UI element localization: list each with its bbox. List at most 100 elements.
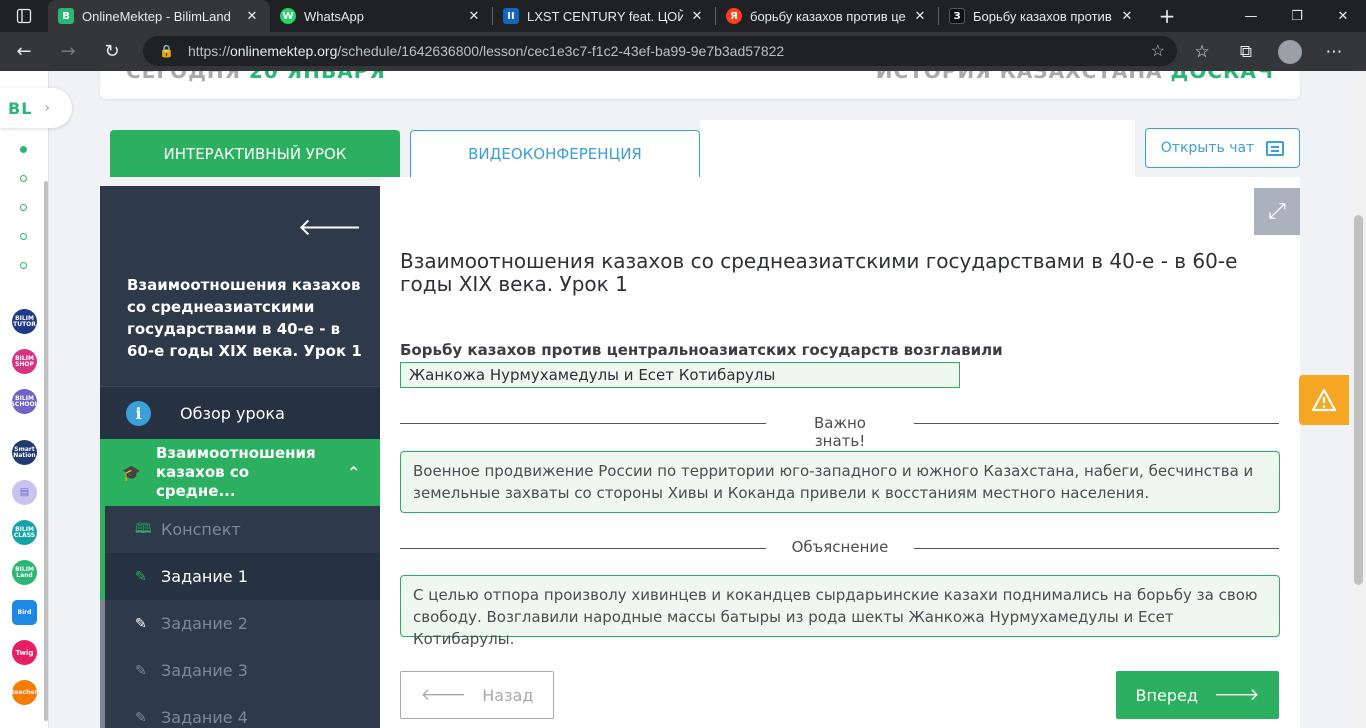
sidebar-item-task-1[interactable]: ✎ Задание 1: [100, 553, 380, 600]
tab-actions-icon[interactable]: [0, 0, 48, 32]
sidebar-item-label: Задание 1: [161, 567, 248, 586]
tab-interactive-lesson[interactable]: ИНТЕРАКТИВНЫЙ УРОК: [110, 130, 400, 177]
close-tab-icon[interactable]: ✕: [1119, 8, 1135, 24]
bilim-tutor-icon[interactable]: BILIM TUTOR: [12, 309, 37, 334]
open-chat-button[interactable]: Открыть чат: [1145, 128, 1300, 168]
close-tab-icon[interactable]: ✕: [689, 8, 705, 24]
page-title: Взаимоотношения казахов со среднеазиатск…: [400, 249, 1238, 296]
bilimland-favicon-icon: B: [58, 8, 74, 24]
next-button[interactable]: Вперед 🡒: [1116, 671, 1279, 719]
bilimland-logo[interactable]: BL ›: [0, 88, 72, 128]
sidebar-item-task-4[interactable]: ✎ Задание 4: [100, 694, 380, 728]
add-favorite-icon[interactable]: ☆: [1151, 41, 1165, 61]
edit-icon: ✎: [135, 662, 147, 679]
new-tab-icon[interactable]: +: [1151, 0, 1183, 32]
browser-tab-yandex[interactable]: Я борьбу казахов против цент ✕: [716, 0, 938, 32]
bilim-shop-icon[interactable]: BILIM SHOP: [12, 349, 37, 374]
bird-icon[interactable]: Bird: [12, 600, 37, 625]
tab-title: OnlineMektep - BilimLand: [82, 8, 231, 24]
browser-tab-onlinemektep[interactable]: B OnlineMektep - BilimLand ✕: [48, 0, 270, 32]
today-label: СЕГОДНЯ 20 ЯНВАРЯ: [126, 71, 386, 83]
tab-title: WhatsApp: [304, 8, 364, 24]
book-icon: 🕮: [135, 520, 152, 537]
close-window-icon[interactable]: ✕: [1320, 0, 1366, 32]
profile-avatar[interactable]: [1278, 39, 1302, 64]
sidebar-item-task-2[interactable]: ✎ Задание 2: [100, 600, 380, 647]
sidebar-item-konspekt[interactable]: 🕮 Конспект: [100, 506, 380, 553]
lesson-header-card: СЕГОДНЯ 20 ЯНВАРЯ ИСТОРИЯ КАЗАХСТАНА ДОС…: [100, 71, 1300, 99]
chevron-right-icon: ›: [44, 100, 50, 116]
scrollbar-thumb[interactable]: [1354, 215, 1363, 585]
tab-title: борьбу казахов против цент: [750, 8, 906, 24]
nav-dot[interactable]: [20, 146, 27, 153]
edit-icon: ✎: [135, 568, 147, 585]
important-info-box: Военное продвижение России по территории…: [400, 451, 1280, 513]
subject-label: ИСТОРИЯ КАЗАХСТАНА ДОСКАЧ: [876, 71, 1274, 83]
progress-bar-indicator: [100, 647, 105, 694]
lesson-sidebar: 🡐 Взаимоотношения казахов со среднеазиат…: [100, 186, 380, 728]
reload-icon[interactable]: ↻: [92, 34, 132, 70]
arrow-left-icon: 🡐: [420, 685, 467, 705]
browser-tools: ☆ ⧉ ⋯: [1180, 32, 1356, 71]
bilimland-icon[interactable]: BILIM Land: [12, 560, 37, 585]
close-tab-icon[interactable]: ✕: [466, 8, 482, 24]
sidebar-item-label: Задание 4: [161, 708, 248, 727]
rail-scrollbar[interactable]: [44, 181, 48, 721]
browser-tab-znanija[interactable]: З Борьбу казахов против цент ✕: [939, 0, 1145, 32]
chevron-up-icon[interactable]: ⌃: [347, 463, 360, 482]
question-text: Борьбу казахов против центральноазиатски…: [400, 341, 1003, 359]
nav-dot[interactable]: [20, 233, 27, 240]
browser-tab-bar: B OnlineMektep - BilimLand ✕ W WhatsApp …: [0, 0, 1366, 32]
tests-icon[interactable]: ▤: [12, 480, 37, 505]
progress-bar-indicator: [100, 553, 105, 600]
back-button-label: Назад: [482, 685, 534, 705]
tab-title: LXST CENTURY feat. ЦОЙ —: [527, 8, 683, 24]
yandex-favicon-icon: Я: [726, 8, 742, 24]
explanation-heading: Объяснение: [766, 538, 914, 556]
forward-arrow-icon[interactable]: →: [48, 34, 88, 70]
url-prefix: https://: [187, 43, 230, 59]
browser-tab-whatsapp[interactable]: W WhatsApp ✕: [270, 0, 492, 32]
chat-icon: [1266, 140, 1285, 156]
sidebar-section-lesson[interactable]: 🎓 Взаимоотношения казахов со средне... ⌃: [100, 439, 380, 506]
close-tab-icon[interactable]: ✕: [912, 8, 928, 24]
page-scrollbar[interactable]: [1351, 71, 1366, 728]
smart-nation-icon[interactable]: Smart Nation: [12, 440, 37, 465]
answer-field: Жанкожа Нурмухамедулы и Есет Котибарулы: [400, 362, 960, 388]
nav-dot[interactable]: [20, 175, 27, 182]
tab-video-conference[interactable]: ВИДЕОКОНФЕРЕНЦИЯ: [410, 130, 700, 177]
favorites-icon[interactable]: ☆: [1180, 34, 1224, 70]
collections-icon[interactable]: ⧉: [1224, 34, 1268, 70]
address-bar[interactable]: 🔒 https://onlinemektep.org/schedule/1642…: [143, 36, 1177, 66]
fullscreen-expand-icon[interactable]: ⤢: [1254, 188, 1300, 235]
arrow-right-icon: 🡒: [1213, 685, 1260, 705]
window-controls: — ❐ ✕: [1228, 0, 1366, 32]
nav-dot[interactable]: [20, 204, 27, 211]
web-page: СЕГОДНЯ 20 ЯНВАРЯ ИСТОРИЯ КАЗАХСТАНА ДОС…: [0, 71, 1366, 728]
teacher-icon[interactable]: teacher: [12, 680, 37, 705]
lesson-content: ⤢ Взаимоотношения казахов со среднеазиат…: [380, 177, 1300, 728]
teacher-name: ДОСКАЧ: [1170, 71, 1274, 83]
browser-tab-music[interactable]: II LXST CENTURY feat. ЦОЙ — ✕: [493, 0, 715, 32]
nav-dot[interactable]: [20, 262, 27, 269]
close-tab-icon[interactable]: ✕: [244, 8, 260, 24]
sidebar-item-label: Конспект: [161, 520, 241, 539]
edit-icon: ✎: [135, 709, 147, 726]
tab-title: Борьбу казахов против цент: [973, 8, 1113, 24]
sidebar-item-task-3[interactable]: ✎ Задание 3: [100, 647, 380, 694]
sidebar-item-overview[interactable]: i Обзор урока: [100, 386, 380, 439]
bilim-class-icon[interactable]: BILIM CLASS: [12, 520, 37, 545]
sidebar-lesson-title: Взаимоотношения казахов со среднеазиатск…: [127, 276, 362, 360]
sidebar-item-label: Задание 2: [161, 614, 248, 633]
twig-icon[interactable]: Twig: [12, 640, 37, 665]
bilim-school-icon[interactable]: BILIM SCHOOL: [11, 389, 38, 414]
minimize-icon[interactable]: —: [1228, 0, 1274, 32]
more-menu-icon[interactable]: ⋯: [1312, 34, 1356, 70]
tabs-strip: [700, 120, 1135, 177]
back-button[interactable]: 🡐 Назад: [400, 671, 554, 719]
collapse-sidebar-arrow-icon[interactable]: 🡐: [298, 212, 362, 241]
znanija-favicon-icon: З: [949, 8, 965, 24]
report-warning-button[interactable]: [1299, 375, 1349, 425]
restore-icon[interactable]: ❐: [1274, 0, 1320, 32]
back-arrow-icon[interactable]: ←: [4, 34, 44, 70]
